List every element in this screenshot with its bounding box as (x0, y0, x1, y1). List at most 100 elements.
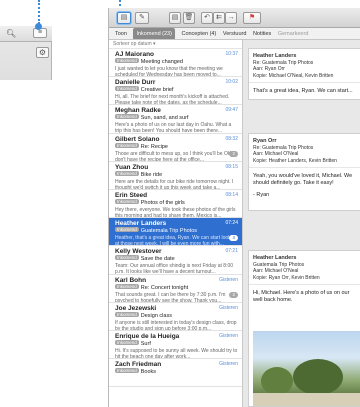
message-subject: Save the date (140, 256, 175, 263)
mailbox-tag: Inkomend (115, 311, 139, 317)
callout-line (38, 0, 40, 24)
conversation-message[interactable]: Ryan Orr Re: Guatemala Trip Photos Aan: … (248, 133, 360, 211)
message-time: 08:15 (225, 163, 238, 170)
message-row[interactable]: Meghan Radke 09:47 Inkomend Sun, sand, and … (109, 105, 242, 134)
gear-icon[interactable]: ⚙ (36, 47, 49, 58)
message-preview: Heather, that's a great idea, Ryan. We c… (115, 235, 238, 247)
message-row[interactable]: AJ Maiorano 10:37 Inkomend Meeting changed I… (109, 49, 242, 78)
message-row[interactable]: Erin Steed 08:14 Inkomend Photos of the gir… (109, 190, 242, 219)
message-subject: Design class (140, 312, 172, 319)
forward-icon[interactable]: → (225, 12, 237, 24)
favorite-inbox[interactable]: Inkomend (23) (133, 28, 175, 39)
message-preview: Here's a photo of us on our last day in … (115, 122, 232, 134)
thread-count-badge: 2 (229, 150, 238, 157)
message-subject: Bike ride (140, 171, 163, 178)
archive-icon[interactable]: ▤ (169, 12, 181, 24)
message-subject-line: Inkomend Save the date (115, 255, 239, 263)
message-time: 07:21 (225, 248, 238, 255)
reply-icon[interactable]: ↶ (201, 12, 213, 24)
toolbar: ▤ ✎ ▤ 🗑︎ ↶ ⇇ → ⚑ (109, 8, 360, 28)
conversation-pane: Heather Landers Re: Guatemala Trip Photo… (243, 40, 360, 407)
thread-count-badge: 3 (229, 235, 238, 242)
message-preview: Here are the details for our bike ride t… (115, 178, 234, 190)
message-subject: Meeting changed (140, 59, 183, 65)
message-row[interactable]: Zach Friedman Gisteren Inkomend Books (109, 359, 242, 388)
search-icon[interactable]: 🔍︎ (6, 29, 16, 38)
mail-app-screenshot: 🔍︎ ≡ ⚙ ▤ ✎ ▤ 🗑︎ ↶ ⇇ → ⚑ Toon Inkomend (2… (0, 0, 360, 407)
conversation-message[interactable]: Heather Landers Re: Guatemala Trip Photo… (248, 48, 360, 100)
mailbox-tag: Inkomend (115, 170, 139, 176)
attached-photo[interactable] (253, 331, 360, 406)
message-subject-line: Inkomend Creative brief (115, 86, 239, 94)
mailbox-tag: Inkomend (115, 283, 139, 289)
mailbox-tag: Inkomend (115, 86, 139, 92)
message-subject: Creative brief (140, 87, 174, 94)
sidebar-toggle-icon[interactable]: ▤ (117, 12, 131, 24)
message-body-text: Yeah, you would've loved it, Michael. We… (253, 173, 353, 186)
message-cc: Kopie: Michael O'Neal, Kevin Britten (253, 72, 334, 79)
message-sender: Danielle Durr (115, 79, 156, 87)
message-sender: Heather Landers (115, 220, 167, 228)
mailbox-tag: Inkomend (115, 142, 139, 148)
callout-dot (35, 23, 42, 30)
message-subject: Re: Concert tonight (140, 284, 189, 291)
message-sender: Kelly Westover (115, 248, 162, 256)
photo-tree (261, 367, 293, 395)
conversation-message[interactable]: Heather Landers Guatemala Trip Photos Aa… (248, 250, 360, 407)
message-preview: Hi, all. The brief for next month's kick… (115, 94, 230, 106)
mailbox-tag: Inkomend (115, 198, 139, 204)
message-row[interactable]: Gilbert Solano 08:32 Inkomend Re: Recipe Tho… (109, 134, 242, 162)
message-subject: Re: Recipe (140, 143, 168, 150)
message-subject-line: Inkomend Re: Concert tonight (115, 283, 239, 292)
message-body: Yeah, you would've loved it, Michael. We… (249, 168, 360, 204)
mailbox-tag: Inkomend (115, 339, 139, 345)
flag-icon[interactable]: ⚑ (243, 12, 261, 24)
mailbox-tag: Inkomend (115, 255, 139, 261)
message-preview: Hey there, everyone. We took these photo… (115, 206, 236, 219)
message-subject-line: Inkomend Re: Recipe (115, 142, 239, 151)
message-time: 09:47 (225, 107, 238, 114)
sort-menu[interactable]: Sorteer op datum ▾ (109, 40, 242, 49)
message-row[interactable]: Enrique de la Hueiga Gisteren Inkomend Surf… (109, 331, 242, 360)
message-header: Heather Landers Re: Guatemala Trip Photo… (249, 49, 360, 83)
message-row[interactable]: Danielle Durr 10:02 Inkomend Creative brief… (109, 77, 242, 106)
message-subject: Surf (140, 340, 151, 347)
message-time: 10:37 (225, 51, 238, 57)
message-row[interactable]: Karl Bohn Gisteren Inkomend Re: Concert ton… (109, 275, 242, 303)
message-time: 08:14 (225, 191, 238, 198)
reply-all-icon[interactable]: ⇇ (213, 12, 225, 24)
message-subject: Sun, sand, and surf (140, 115, 189, 122)
message-time: 07:24 (225, 220, 238, 227)
message-cc: Kopie: Heather Landers, Kevin Britten (253, 157, 337, 164)
favorite-notes[interactable]: Notities (253, 28, 271, 39)
mailbox-tag: Inkomend (115, 114, 139, 120)
message-subject-line: Inkomend Photos of the girls (115, 198, 239, 207)
favorite-flagged[interactable]: Gemarkeerd (278, 28, 309, 39)
message-sender: Yuan Zhou (115, 163, 149, 171)
thread-count-badge: 2 (229, 291, 238, 298)
mailbox-tag: Inkomend (115, 368, 139, 374)
message-row[interactable]: Joe Jezewski Gisteren Inkomend Design class… (109, 303, 242, 331)
favorites-bar: Toon Inkomend (23) Concepten (4) Verstuu… (109, 28, 360, 40)
message-row[interactable]: Kelly Westover 07:21 Inkomend Save the date… (109, 246, 242, 275)
favorite-inbox-toon[interactable]: Toon (115, 28, 127, 39)
trash-icon[interactable]: 🗑︎ (183, 12, 195, 24)
message-preview (115, 376, 239, 386)
message-preview: If anyone is still interested in today's… (115, 319, 237, 331)
favorite-drafts[interactable]: Concepten (4) (181, 28, 216, 39)
message-row[interactable]: Heather Landers 07:24 Inkomend Guatemala Tr… (109, 218, 242, 247)
compose-icon[interactable]: ✎ (135, 12, 149, 24)
message-preview: That sounds great. I can be there by 7:3… (115, 291, 226, 303)
background-window-content (0, 80, 52, 130)
message-time: Gisteren (219, 304, 238, 311)
message-subject-line: Inkomend Design class (115, 311, 239, 320)
message-sender: Meghan Radke (115, 107, 161, 115)
message-time: Gisteren (219, 361, 238, 368)
favorite-sent[interactable]: Verstuurd (223, 28, 247, 39)
message-time: 10:02 (225, 79, 238, 86)
message-subject-line: Inkomend Books (115, 368, 239, 376)
message-subject: Photos of the girls (140, 199, 185, 206)
message-row[interactable]: Yuan Zhou 08:15 Inkomend Bike ride Here are … (109, 162, 242, 190)
message-subject: Guatemala Trip Photos (140, 228, 198, 235)
message-subject-line: Inkomend Guatemala Trip Photos (115, 227, 239, 235)
